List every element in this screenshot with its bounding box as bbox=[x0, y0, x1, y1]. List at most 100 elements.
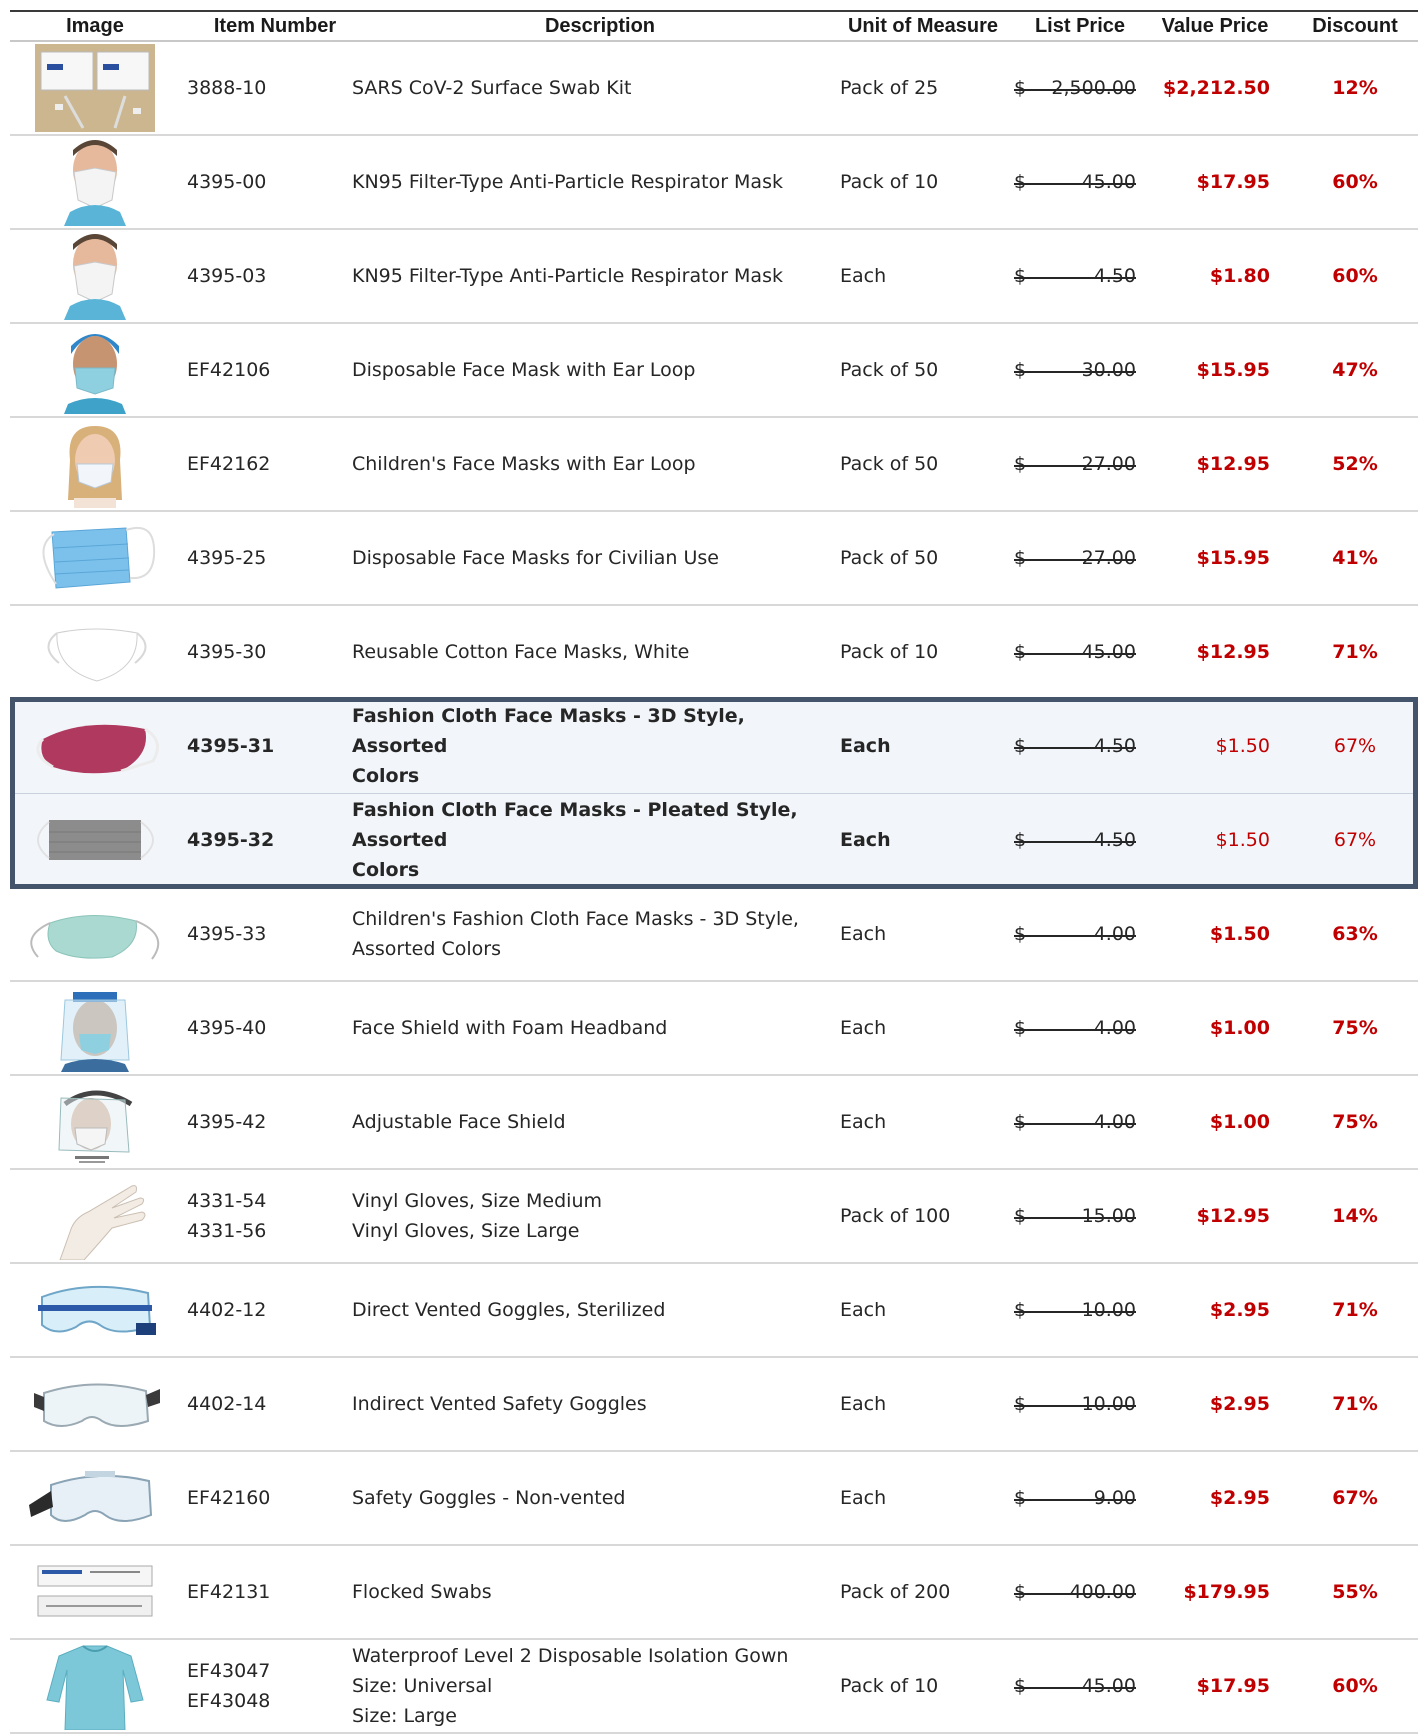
header-value-price: Value Price bbox=[1161, 15, 1269, 37]
list-price-strikethrough: $4.50 bbox=[1014, 261, 1136, 291]
product-image bbox=[20, 1076, 170, 1168]
description: Children's Face Masks with Ear Loop bbox=[352, 453, 696, 475]
table-header: Image Item Number Description Unit of Me… bbox=[10, 12, 1418, 42]
value-price: $12.95 bbox=[1196, 453, 1270, 475]
list-price-strikethrough: $10.00 bbox=[1014, 1295, 1136, 1325]
table-row: 4395-40 Face Shield with Foam Headband Eac… bbox=[10, 982, 1418, 1076]
description: KN95 Filter-Type Anti-Particle Respirato… bbox=[352, 265, 783, 287]
adjustable-face-shield-image bbox=[58, 1090, 133, 1163]
header-description: Description bbox=[544, 15, 656, 37]
header-image: Image bbox=[66, 15, 124, 37]
table-row: EF42162 Children's Face Masks with Ear Lo… bbox=[10, 418, 1418, 512]
table-row: 4402-14 Indirect Vented Safety Goggles Eac… bbox=[10, 1358, 1418, 1452]
product-image bbox=[20, 418, 170, 510]
list-price-strikethrough: $4.00 bbox=[1014, 1013, 1136, 1043]
unit-of-measure: Pack of 50 bbox=[840, 453, 939, 475]
nonvented-goggles-image bbox=[29, 1471, 153, 1522]
unit-of-measure: Pack of 10 bbox=[840, 1675, 939, 1697]
currency-symbol: $ bbox=[1014, 453, 1027, 475]
header-item-number: Item Number bbox=[213, 15, 337, 37]
item-number: 4395-03 bbox=[187, 265, 267, 287]
flocked-swabs-image bbox=[37, 1565, 153, 1617]
list-price-amount: 400.00 bbox=[1069, 1581, 1136, 1603]
item-number: EF42160 bbox=[187, 1487, 271, 1509]
surgical-mask-cap-image bbox=[64, 334, 126, 414]
list-price: $4.50 bbox=[1014, 230, 1136, 322]
strike-line bbox=[1014, 1687, 1136, 1689]
strike-line bbox=[1014, 371, 1136, 373]
value-price: $17.95 bbox=[1196, 171, 1270, 193]
list-price: $45.00 bbox=[1014, 1640, 1136, 1732]
product-image bbox=[20, 982, 170, 1074]
currency-symbol: $ bbox=[1014, 1299, 1027, 1321]
discount: 41% bbox=[1332, 547, 1378, 569]
list-price-amount: 4.00 bbox=[1093, 1017, 1136, 1039]
strike-line bbox=[1014, 89, 1136, 91]
strike-line bbox=[1014, 1405, 1136, 1407]
item-number: 4395-25 bbox=[187, 547, 267, 569]
table-row: 4395-00 KN95 Filter-Type Anti-Particle Re… bbox=[10, 136, 1418, 230]
description: Disposable Face Mask with Ear Loop bbox=[352, 359, 696, 381]
list-price-strikethrough: $45.00 bbox=[1014, 167, 1136, 197]
item-number: EF42131 bbox=[187, 1581, 271, 1603]
unit-of-measure: Pack of 100 bbox=[840, 1205, 951, 1227]
discount: 67% bbox=[1332, 1487, 1378, 1509]
description: Reusable Cotton Face Masks, White bbox=[352, 641, 690, 663]
product-image bbox=[20, 136, 170, 228]
currency-symbol: $ bbox=[1014, 171, 1027, 193]
currency-symbol: $ bbox=[1014, 1393, 1027, 1415]
unit-of-measure: Pack of 200 bbox=[840, 1581, 951, 1603]
unit-of-measure: Each bbox=[840, 265, 887, 287]
discount: 55% bbox=[1332, 1581, 1378, 1603]
currency-symbol: $ bbox=[1014, 1111, 1027, 1133]
description: Children's Fashion Cloth Face Masks - 3D… bbox=[352, 908, 799, 960]
table-row: EF42131 Flocked Swabs Pack of 200 $400.00 $1… bbox=[10, 1546, 1418, 1640]
item-number: EF43047 EF43048 bbox=[187, 1660, 271, 1712]
value-price: $12.95 bbox=[1196, 641, 1270, 663]
unit-of-measure: Each bbox=[840, 1299, 887, 1321]
product-image bbox=[20, 324, 170, 416]
unit-of-measure: Pack of 10 bbox=[840, 641, 939, 663]
strike-line bbox=[1014, 935, 1136, 937]
table-row: EF42106 Disposable Face Mask with Ear Loo… bbox=[10, 324, 1418, 418]
currency-symbol: $ bbox=[1014, 641, 1027, 663]
product-image bbox=[20, 1170, 170, 1262]
list-price: $45.00 bbox=[1014, 606, 1136, 698]
value-price: $2.95 bbox=[1209, 1299, 1270, 1321]
discount: 63% bbox=[1332, 923, 1378, 945]
list-price-amount: 30.00 bbox=[1081, 359, 1136, 381]
highlight-box bbox=[10, 697, 1418, 889]
value-price: $2.95 bbox=[1209, 1487, 1270, 1509]
currency-symbol: $ bbox=[1014, 77, 1027, 99]
list-price-amount: 45.00 bbox=[1081, 641, 1136, 663]
list-price-strikethrough: $15.00 bbox=[1014, 1201, 1136, 1231]
currency-symbol: $ bbox=[1014, 1581, 1027, 1603]
currency-symbol: $ bbox=[1014, 1487, 1027, 1509]
kn95-mask-image bbox=[64, 140, 126, 226]
item-number: 4395-00 bbox=[187, 171, 267, 193]
table-row: 4395-30 Reusable Cotton Face Masks, White… bbox=[10, 606, 1418, 700]
list-price: $4.00 bbox=[1014, 888, 1136, 980]
discount: 47% bbox=[1332, 359, 1378, 381]
value-price: $1.00 bbox=[1209, 1111, 1270, 1133]
value-price: $1.50 bbox=[1209, 923, 1270, 945]
value-price: $179.95 bbox=[1183, 1581, 1270, 1603]
currency-symbol: $ bbox=[1014, 547, 1027, 569]
table-row: 3888-10 SARS CoV-2 Surface Swab Kit Pack o… bbox=[10, 42, 1418, 136]
discount: 52% bbox=[1332, 453, 1378, 475]
face-shield-foam-image bbox=[60, 992, 130, 1072]
table-row: 4331-54 4331-56 Vinyl Gloves, Size Medium… bbox=[10, 1170, 1418, 1264]
item-number: 4395-40 bbox=[187, 1017, 267, 1039]
item-number: 4395-30 bbox=[187, 641, 267, 663]
list-price: $4.00 bbox=[1014, 982, 1136, 1074]
white-cotton-mask-image bbox=[47, 628, 147, 682]
discount: 71% bbox=[1332, 641, 1378, 663]
swab-kit-box-image bbox=[35, 44, 155, 132]
list-price-strikethrough: $400.00 bbox=[1014, 1577, 1136, 1607]
description: SARS CoV-2 Surface Swab Kit bbox=[352, 77, 632, 99]
description: Direct Vented Goggles, Sterilized bbox=[352, 1299, 666, 1321]
list-price-amount: 2,500.00 bbox=[1051, 77, 1136, 99]
product-image bbox=[20, 1358, 170, 1450]
isolation-gown-image bbox=[46, 1645, 144, 1730]
product-image bbox=[20, 1264, 170, 1356]
